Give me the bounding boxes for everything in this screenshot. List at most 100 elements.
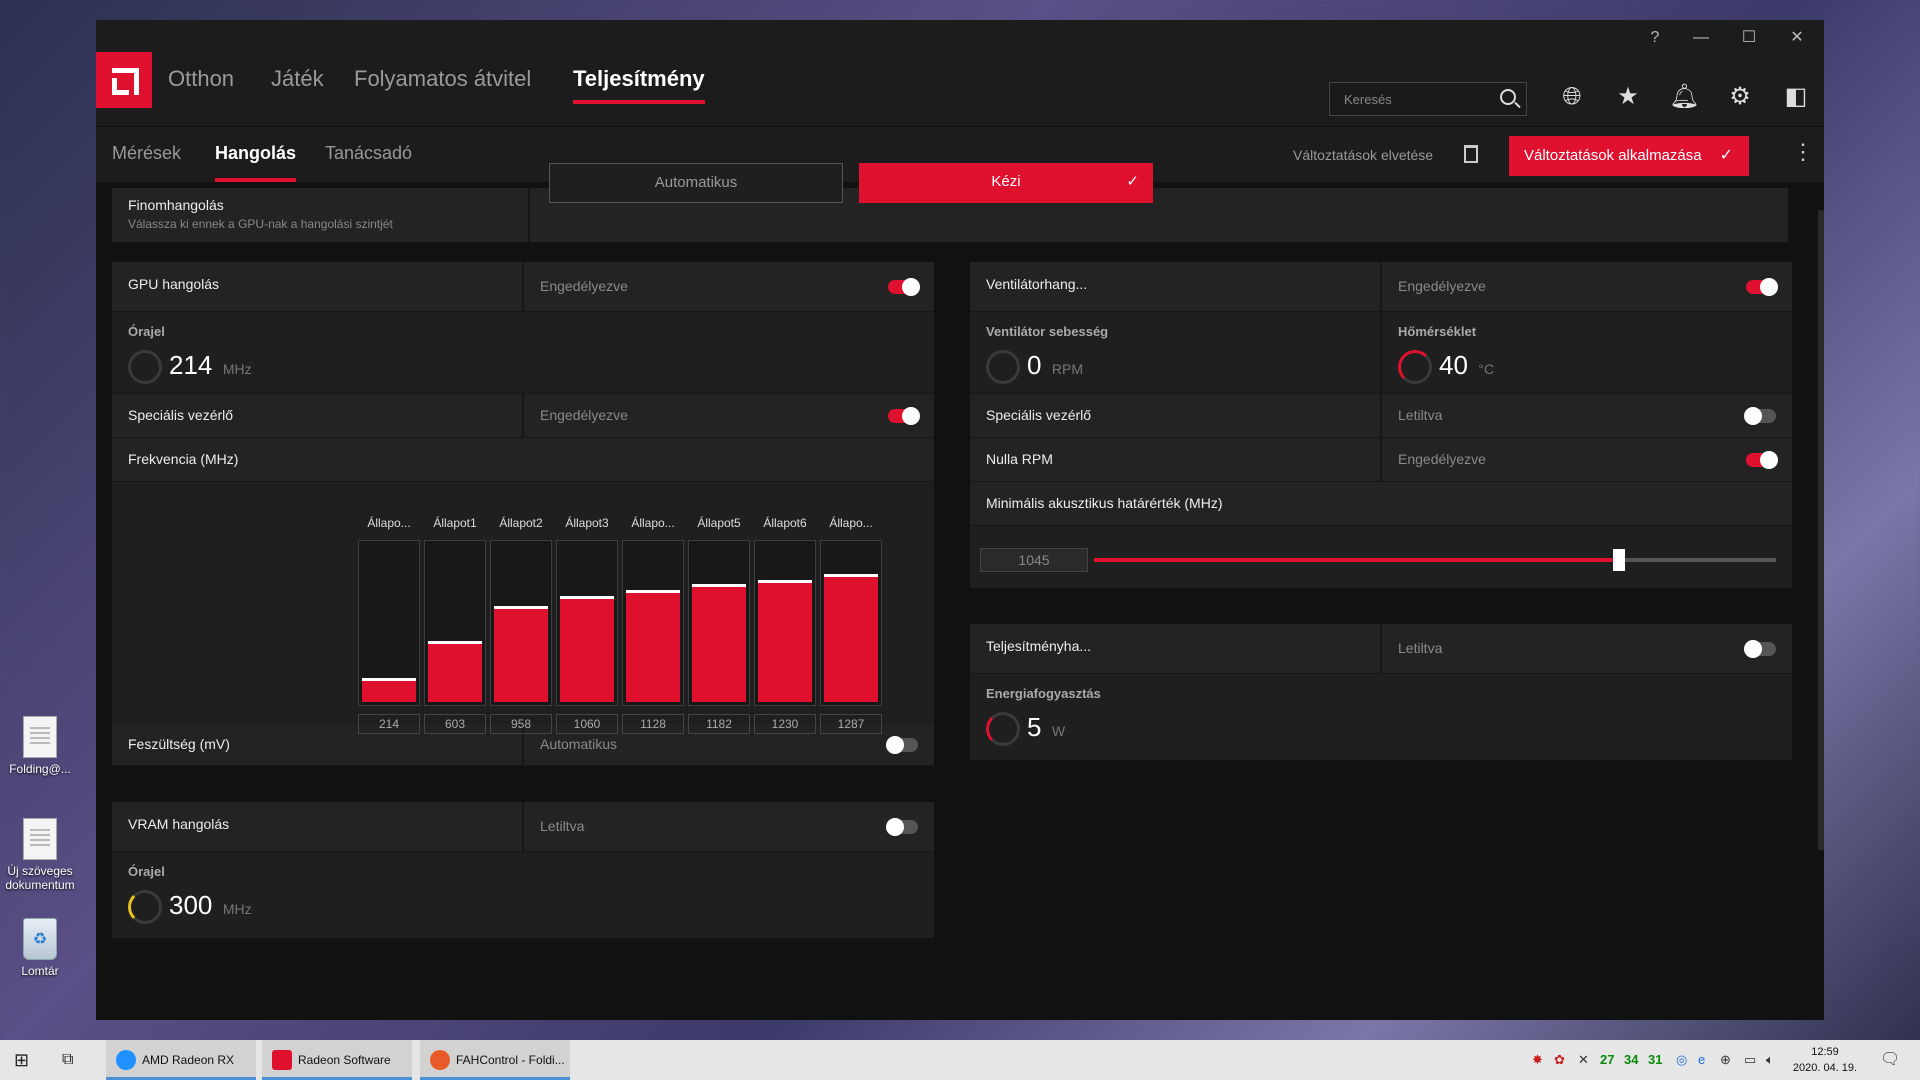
fan-advanced-toggle[interactable] bbox=[1744, 407, 1776, 425]
gpu-advanced-toggle[interactable] bbox=[888, 407, 920, 425]
fan-tuning-toggle[interactable] bbox=[1746, 278, 1778, 296]
freq-bar-handle[interactable] bbox=[428, 641, 482, 644]
freq-bar-handle[interactable] bbox=[362, 678, 416, 681]
freq-state-value[interactable]: 214 bbox=[358, 714, 420, 734]
fan-speed-readout: 0 RPM bbox=[1027, 350, 1083, 381]
taskbar-app-radeon-software[interactable]: Radeon Software bbox=[262, 1040, 412, 1080]
nav-item-streaming[interactable]: Folyamatos átvitel bbox=[354, 66, 531, 92]
freq-state-bar[interactable] bbox=[490, 540, 552, 706]
fan-advanced-state: Letiltva bbox=[1398, 407, 1443, 423]
tab-metrics[interactable]: Mérések bbox=[112, 143, 181, 164]
tray-icon-network-app[interactable]: ◎ bbox=[1676, 1040, 1687, 1080]
acoustic-limit-slider[interactable] bbox=[1094, 549, 1776, 571]
tray-icon-amd[interactable]: ✸ bbox=[1532, 1040, 1543, 1080]
fan-advanced-row: Speciális vezérlő Letiltva bbox=[970, 394, 1792, 438]
acoustic-limit-input[interactable]: 1045 bbox=[980, 548, 1088, 572]
manual-mode-button[interactable]: Kézi ✓ bbox=[859, 163, 1153, 203]
desktop-icon-folding[interactable]: Folding@... bbox=[0, 716, 80, 776]
temperature-readout: 40 °C bbox=[1439, 350, 1494, 381]
tray-temp-1[interactable]: 27 bbox=[1600, 1040, 1614, 1080]
freq-state-bar[interactable] bbox=[688, 540, 750, 706]
taskbar-clock[interactable]: 12:59 2020. 04. 19. bbox=[1790, 1044, 1860, 1076]
tray-temp-2[interactable]: 34 bbox=[1624, 1040, 1638, 1080]
apply-changes-button[interactable]: Változtatások alkalmazása ✓ bbox=[1509, 136, 1749, 176]
desktop-icon-label: Lomtár bbox=[21, 964, 59, 978]
network-icon[interactable]: ▭ bbox=[1744, 1040, 1756, 1080]
desktop-icon-recycle-bin[interactable]: Lomtár bbox=[0, 918, 80, 978]
freq-bar-handle[interactable] bbox=[758, 580, 812, 583]
globe-icon[interactable]: 🌐︎ bbox=[1557, 82, 1587, 112]
freq-state-bar[interactable] bbox=[622, 540, 684, 706]
power-metric: Energiafogyasztás bbox=[986, 686, 1101, 701]
freq-state-bar[interactable] bbox=[424, 540, 486, 706]
freq-state-bar[interactable] bbox=[358, 540, 420, 706]
gpu-tuning-state: Engedélyezve bbox=[540, 278, 628, 294]
star-icon[interactable]: ★ bbox=[1613, 82, 1643, 112]
nav-item-performance[interactable]: Teljesítmény bbox=[573, 66, 705, 104]
sidebar-icon[interactable]: ◧ bbox=[1781, 82, 1811, 112]
nav-item-gaming[interactable]: Játék bbox=[271, 66, 324, 92]
freq-state-label: Állapo... bbox=[631, 516, 675, 530]
tray-temp-3[interactable]: 31 bbox=[1648, 1040, 1662, 1080]
freq-state-bar[interactable] bbox=[820, 540, 882, 706]
nav-item-home[interactable]: Otthon bbox=[168, 66, 234, 92]
freq-bar-handle[interactable] bbox=[626, 590, 680, 593]
tab-advisor[interactable]: Tanácsadó bbox=[325, 143, 412, 164]
tray-icon-shield[interactable]: ⊕ bbox=[1720, 1040, 1731, 1080]
task-view-icon[interactable]: ⧉ bbox=[62, 1040, 73, 1080]
gear-icon[interactable]: ⚙ bbox=[1725, 82, 1755, 112]
temperature-value: 40 bbox=[1439, 350, 1468, 380]
maximize-button[interactable]: ☐ bbox=[1726, 20, 1772, 56]
freq-bar-handle[interactable] bbox=[824, 574, 878, 577]
volume-icon[interactable]: 🔈︎ bbox=[1766, 1040, 1774, 1080]
trash-icon[interactable] bbox=[1464, 145, 1478, 163]
tray-icon-monitor[interactable]: ✕ bbox=[1578, 1040, 1589, 1080]
freq-state-value[interactable]: 1230 bbox=[754, 714, 816, 734]
power-tuning-toggle[interactable] bbox=[1744, 640, 1776, 658]
taskbar-app-amd-radeon[interactable]: AMD Radeon RX 46... bbox=[106, 1040, 256, 1080]
freq-state-value[interactable]: 1182 bbox=[688, 714, 750, 734]
tab-tuning[interactable]: Hangolás bbox=[215, 143, 297, 182]
gpu-tuning-toggle[interactable] bbox=[888, 278, 920, 296]
acoustic-slider-thumb[interactable] bbox=[1613, 549, 1625, 571]
discard-changes-button[interactable]: Változtatások elvetése bbox=[1293, 147, 1433, 163]
notification-icon[interactable]: 🗨︎ bbox=[1880, 1040, 1900, 1080]
zero-rpm-label: Nulla RPM bbox=[986, 451, 1053, 467]
desktop-icon-new-text-document[interactable]: Új szöveges dokumentum bbox=[0, 818, 80, 892]
tray-icon-edge[interactable]: e bbox=[1698, 1040, 1705, 1080]
freq-bar-handle[interactable] bbox=[560, 596, 614, 599]
more-options-icon[interactable]: ⋮ bbox=[1792, 139, 1814, 165]
freq-bar-fill bbox=[758, 583, 812, 702]
freq-state-value[interactable]: 1060 bbox=[556, 714, 618, 734]
freq-state-bar[interactable] bbox=[754, 540, 816, 706]
divider bbox=[522, 262, 524, 311]
freq-state-value[interactable]: 958 bbox=[490, 714, 552, 734]
freq-bar-handle[interactable] bbox=[494, 606, 548, 609]
freq-bar-fill bbox=[692, 587, 746, 702]
freq-bar-fill bbox=[560, 599, 614, 702]
freq-state-value[interactable]: 603 bbox=[424, 714, 486, 734]
voltage-toggle[interactable] bbox=[886, 736, 918, 754]
bell-icon[interactable]: 🔔︎ bbox=[1669, 82, 1699, 112]
amd-logo-icon[interactable] bbox=[96, 52, 152, 108]
tray-icon-folding[interactable]: ✿ bbox=[1554, 1040, 1565, 1080]
freq-state-value[interactable]: 1287 bbox=[820, 714, 882, 734]
search-input[interactable]: Keresés bbox=[1329, 82, 1527, 116]
help-icon[interactable]: ? bbox=[1632, 20, 1678, 56]
freq-bar-handle[interactable] bbox=[692, 584, 746, 587]
clock-date: 2020. 04. 19. bbox=[1792, 1062, 1858, 1074]
document-icon bbox=[23, 818, 57, 860]
freq-state-bar[interactable] bbox=[556, 540, 618, 706]
auto-mode-button[interactable]: Automatikus bbox=[549, 163, 843, 203]
scrollbar[interactable] bbox=[1818, 210, 1824, 850]
minimize-button[interactable]: — bbox=[1678, 20, 1724, 56]
windows-start-icon[interactable]: ⊞ bbox=[14, 1040, 29, 1080]
search-icon[interactable] bbox=[1500, 89, 1516, 105]
vram-tuning-toggle[interactable] bbox=[886, 818, 918, 836]
desktop-icon-label: Folding@... bbox=[9, 762, 71, 776]
taskbar-app-fahcontrol[interactable]: FAHControl - Foldi... bbox=[420, 1040, 570, 1080]
fan-tuning-panel: Ventilátorhang... Engedélyezve Ventiláto… bbox=[970, 262, 1792, 588]
zero-rpm-toggle[interactable] bbox=[1746, 451, 1778, 469]
freq-state-value[interactable]: 1128 bbox=[622, 714, 684, 734]
close-button[interactable]: ✕ bbox=[1774, 20, 1820, 56]
